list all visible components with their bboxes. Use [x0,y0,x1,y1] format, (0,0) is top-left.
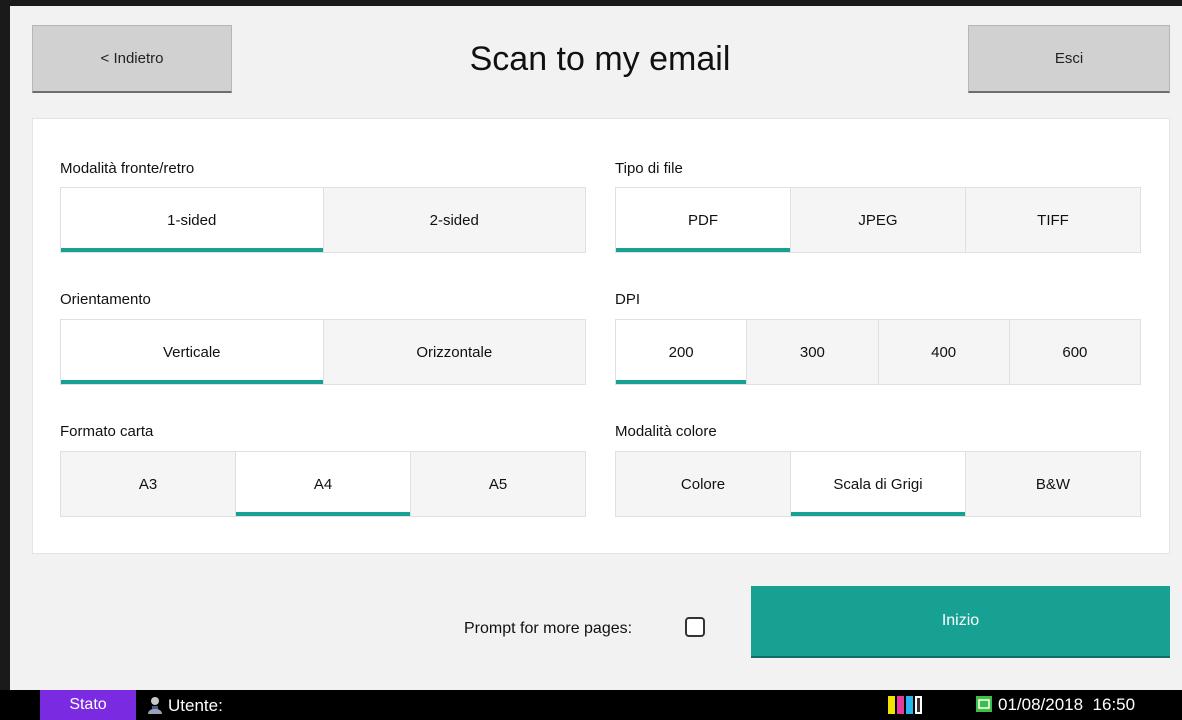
paper-size-selector: A3 A4 A5 [60,451,586,517]
orientation-label: Orientamento [60,291,151,308]
prompt-more-pages-checkbox[interactable] [685,617,705,637]
option-scala-di-grigi[interactable]: Scala di Grigi [790,451,966,517]
dpi-selector: 200 300 400 600 [615,319,1141,385]
option-tiff[interactable]: TIFF [965,187,1141,253]
status-bar: Stato Utente: 01/08/2018 16:50 [0,690,1182,720]
time-text: 16:50 [1092,695,1136,714]
option-jpeg[interactable]: JPEG [790,187,966,253]
stato-button[interactable]: Stato [40,690,136,720]
file-type-selector: PDF JPEG TIFF [615,187,1141,253]
paper-size-label: Formato carta [60,423,154,440]
option-verticale[interactable]: Verticale [60,319,324,385]
option-pdf[interactable]: PDF [615,187,791,253]
toner-icon[interactable] [888,696,924,714]
prompt-more-pages-label: Prompt for more pages: [464,620,633,637]
duplex-selector: 1-sided 2-sided [60,187,586,253]
option-a5[interactable]: A5 [410,451,586,517]
option-dpi-200[interactable]: 200 [615,319,748,385]
scan-screen: < Indietro Scan to my email Esci Modalit… [10,6,1182,690]
dpi-label: DPI [615,291,641,308]
option-2-sided[interactable]: 2-sided [322,187,586,253]
file-type-label: Tipo di file [615,160,683,177]
orientation-selector: Verticale Orizzontale [60,319,586,385]
option-dpi-600[interactable]: 600 [1008,319,1141,385]
date-text: 01/08/2018 [998,695,1084,714]
option-colore[interactable]: Colore [615,451,791,517]
option-1-sided[interactable]: 1-sided [60,187,324,253]
user-icon [148,697,162,714]
settings-panel: Modalità fronte/retro 1-sided 2-sided Or… [32,118,1170,554]
option-orizzontale[interactable]: Orizzontale [322,319,586,385]
page-title: Scan to my email [469,40,731,78]
exit-button[interactable]: Esci [968,25,1170,93]
color-mode-selector: Colore Scala di Grigi B&W [615,451,1141,517]
back-button[interactable]: < Indietro [32,25,232,93]
option-a4[interactable]: A4 [235,451,411,517]
option-dpi-400[interactable]: 400 [877,319,1010,385]
color-mode-label: Modalità colore [615,423,717,440]
date-time: 01/08/2018 16:50 [998,695,1135,715]
user-label: Utente: [168,696,223,715]
option-a3[interactable]: A3 [60,451,236,517]
duplex-label: Modalità fronte/retro [60,160,195,177]
option-dpi-300[interactable]: 300 [746,319,879,385]
option-bw[interactable]: B&W [965,451,1141,517]
clock-icon [976,696,992,712]
start-button[interactable]: Inizio [751,586,1170,658]
